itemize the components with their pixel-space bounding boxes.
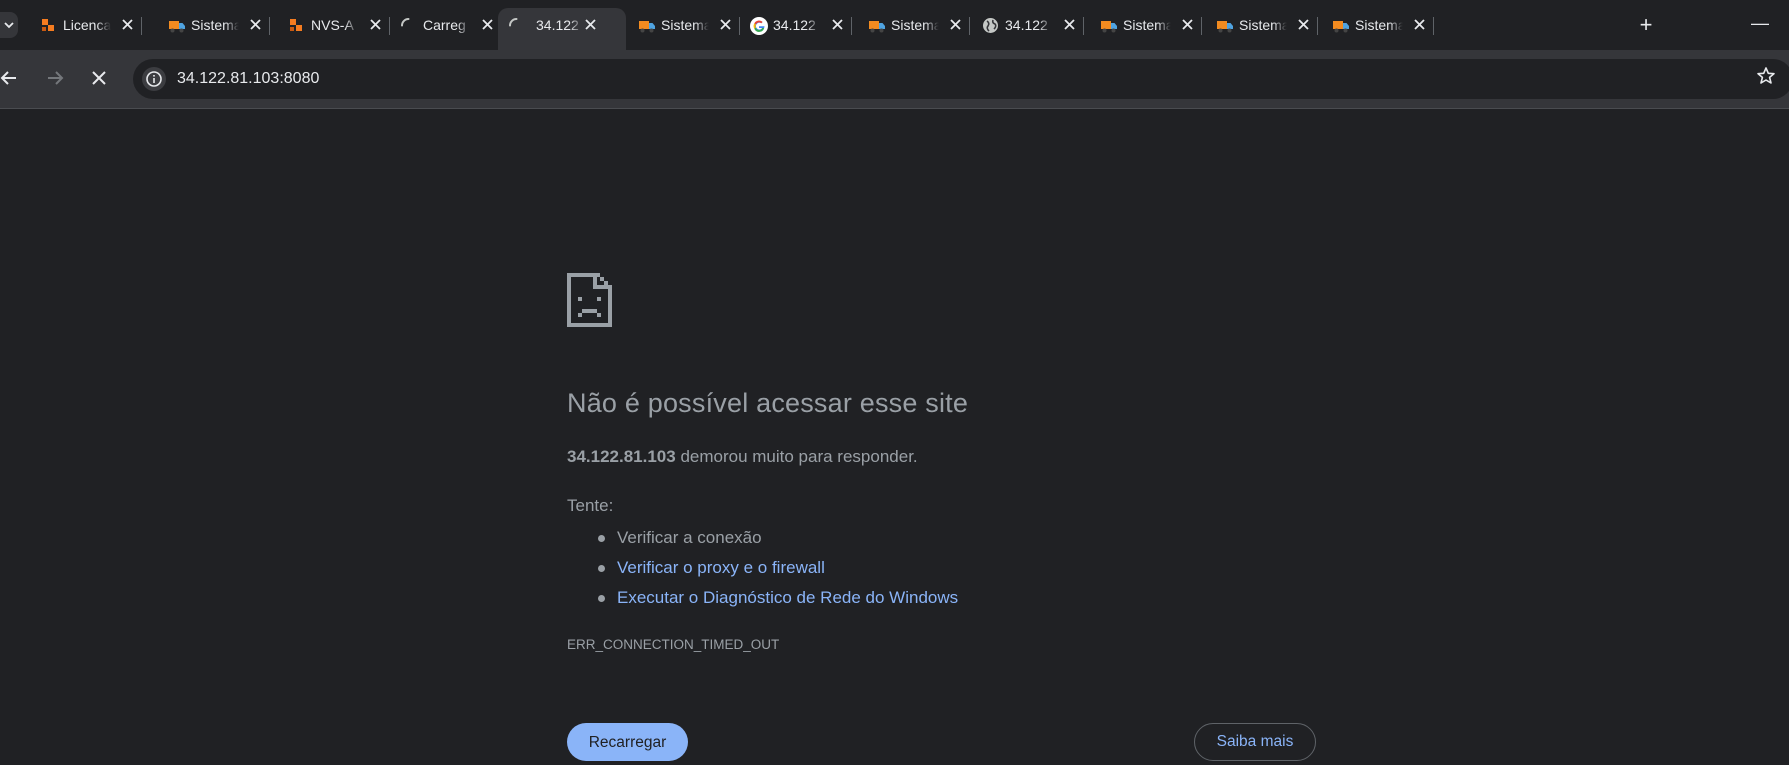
tab-close-icon[interactable] <box>1177 15 1197 35</box>
tab-close-icon[interactable] <box>245 15 265 35</box>
tab-7[interactable]: 34.122 <box>730 8 852 42</box>
minimize-window-icon[interactable]: — <box>1745 12 1775 38</box>
tab-3[interactable]: NVS-A <box>268 8 390 42</box>
tab-close-icon[interactable] <box>1059 15 1079 35</box>
forward-arrow-icon[interactable] <box>40 63 70 93</box>
back-arrow-icon[interactable] <box>0 63 24 93</box>
tab-title: Sistema <box>1239 17 1287 33</box>
tab-title: Licenca <box>63 17 111 33</box>
truck-icon <box>168 17 185 34</box>
tab-title: Sistema <box>1123 17 1171 33</box>
globe-icon <box>982 17 999 34</box>
tab-title: Carreg <box>423 17 466 33</box>
browser-toolbar: 34.122.81.103:8080 <box>0 50 1789 109</box>
tab-title: 34.122 <box>1005 17 1048 33</box>
tab-5[interactable]: 34.122 <box>498 8 626 50</box>
tab-separator <box>1433 17 1434 35</box>
address-url-text: 34.122.81.103:8080 <box>177 70 320 87</box>
orange-logo-icon <box>40 17 57 34</box>
error-host: 34.122.81.103 <box>567 447 676 466</box>
tab-title: NVS-A <box>311 17 354 33</box>
learn-more-button[interactable]: Saiba mais <box>1194 723 1316 761</box>
loading-spinner-icon <box>400 17 417 34</box>
tab-close-icon[interactable] <box>117 15 137 35</box>
tab-4[interactable]: Carreg <box>380 8 500 42</box>
tab-11[interactable]: Sistema <box>1196 8 1318 42</box>
tab-close-icon[interactable] <box>477 15 497 35</box>
tab-close-icon[interactable] <box>1409 15 1429 35</box>
bookmark-star-icon[interactable] <box>1753 63 1779 89</box>
suggestions-list: Verificar a conexão Verificar o proxy e … <box>567 523 958 613</box>
tab-title: 34.122 <box>773 17 816 33</box>
tab-title: Sistema <box>661 17 709 33</box>
tab-close-icon[interactable] <box>580 15 600 35</box>
tab-title: 34.122 <box>536 17 579 33</box>
error-description: 34.122.81.103 demorou muito para respond… <box>567 445 918 469</box>
new-tab-plus-icon[interactable]: + <box>1633 12 1659 38</box>
tab-12[interactable]: Sistema <box>1312 8 1434 42</box>
tab-close-icon[interactable] <box>1293 15 1313 35</box>
reload-button[interactable]: Recarregar <box>567 723 688 761</box>
tab-6[interactable]: Sistema <box>618 8 740 42</box>
tab-title: Sistema <box>1355 17 1403 33</box>
truck-icon <box>1100 17 1117 34</box>
tab-9[interactable]: 34.122 <box>962 8 1084 42</box>
tab-10[interactable]: Sistema <box>1080 8 1202 42</box>
loading-spinner-icon <box>508 17 525 34</box>
truck-icon <box>638 17 655 34</box>
suggestion-network-diagnostics-link[interactable]: Executar o Diagnóstico de Rede do Window… <box>597 583 958 613</box>
tab-1[interactable]: Licenca <box>20 8 142 42</box>
stop-loading-icon[interactable] <box>84 63 114 93</box>
tab-8[interactable]: Sistema <box>848 8 970 42</box>
address-bar[interactable]: 34.122.81.103:8080 <box>133 59 1789 99</box>
suggestion-check-connection: Verificar a conexão <box>597 523 958 553</box>
error-description-text: demorou muito para responder. <box>675 447 918 466</box>
truck-icon <box>868 17 885 34</box>
tab-strip: Licenca Sistema NVS-A Carreg 34.122 Sistema 34… <box>0 0 1789 50</box>
google-icon <box>750 17 768 35</box>
tab-title: Sistema <box>891 17 939 33</box>
tab-title: Sistema <box>191 17 239 33</box>
truck-icon <box>1216 17 1233 34</box>
truck-icon <box>1332 17 1349 34</box>
tab-separator <box>141 17 142 35</box>
sad-document-icon <box>567 273 612 327</box>
tab-2[interactable]: Sistema <box>148 8 270 42</box>
tab-search-chevron-icon[interactable] <box>0 12 18 38</box>
tab-close-icon[interactable] <box>827 15 847 35</box>
orange-logo-icon <box>288 17 305 34</box>
try-label: Tente: <box>567 496 614 515</box>
suggestion-check-proxy-firewall-link[interactable]: Verificar o proxy e o firewall <box>597 553 958 583</box>
error-heading: Não é possível acessar esse site <box>567 388 969 418</box>
site-info-icon[interactable] <box>141 66 167 92</box>
error-code: ERR_CONNECTION_TIMED_OUT <box>567 637 780 652</box>
